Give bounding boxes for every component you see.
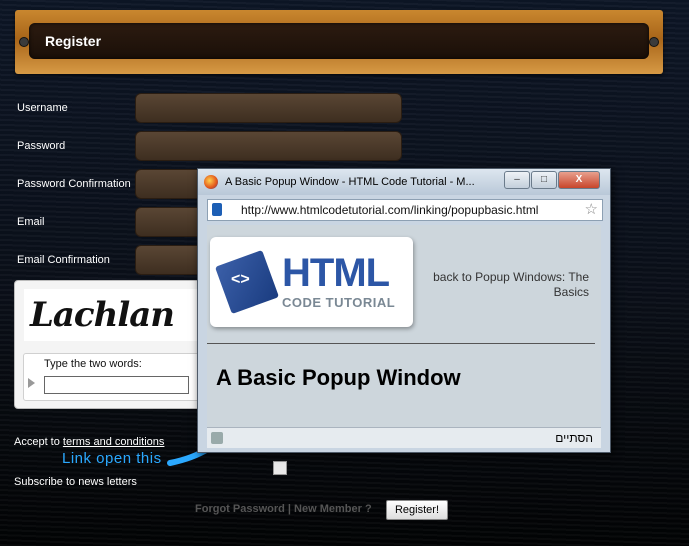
url-text: http://www.htmlcodetutorial.com/linking/… [241, 203, 539, 217]
popup-content: <> HTML CODE TUTORIAL back to Popup Wind… [207, 225, 601, 429]
nail-icon [649, 37, 659, 47]
divider [207, 343, 595, 344]
footer-links[interactable]: Forgot Password | New Member ? [195, 503, 372, 515]
nail-icon [19, 37, 29, 47]
logo-sub-text: CODE TUTORIAL [282, 295, 396, 310]
status-text: הסתיים [555, 431, 593, 445]
info-icon[interactable] [212, 203, 222, 216]
minimize-button[interactable]: – [504, 171, 530, 189]
accept-terms: Accept to terms and conditions [14, 436, 164, 448]
email-label: Email [17, 216, 45, 228]
accept-prefix: Accept to [14, 436, 63, 448]
code-icon: <> [214, 249, 280, 315]
captcha-prompt: Type the two words: [44, 358, 142, 370]
popup-title: A Basic Popup Window - HTML Code Tutoria… [225, 176, 475, 188]
firefox-icon [204, 175, 218, 189]
register-button[interactable]: Register! [386, 500, 448, 520]
popup-titlebar[interactable]: A Basic Popup Window - HTML Code Tutoria… [198, 169, 610, 195]
username-label: Username [17, 102, 68, 114]
logo-main-text: HTML [282, 251, 390, 295]
maximize-button[interactable]: □ [531, 171, 557, 189]
address-bar[interactable]: http://www.htmlcodetutorial.com/linking/… [207, 199, 603, 221]
captcha-widget: Lachlan Type the two words: [14, 280, 220, 409]
status-icon [211, 432, 223, 444]
arrow-icon [28, 378, 35, 388]
status-bar: הסתיים [207, 427, 601, 448]
password-confirmation-label: Password Confirmation [17, 178, 131, 190]
password-label: Password [17, 140, 66, 152]
terms-link[interactable]: terms and conditions [63, 436, 165, 448]
captcha-input[interactable] [44, 376, 189, 394]
header-board: Register [15, 10, 663, 74]
subscribe-label: Subscribe to news letters [14, 476, 137, 488]
username-input[interactable] [135, 93, 402, 123]
captcha-input-box: Type the two words: [23, 353, 203, 401]
email-confirmation-label: Email Confirmation [17, 254, 110, 266]
logo-badge: <> [230, 271, 250, 289]
popup-window[interactable]: A Basic Popup Window - HTML Code Tutoria… [197, 168, 611, 453]
page-title: Register [45, 33, 102, 49]
annotation-text: Link open this [62, 450, 162, 467]
header-panel: Register [29, 23, 649, 59]
captcha-image: Lachlan [24, 289, 220, 341]
site-logo[interactable]: <> HTML CODE TUTORIAL [210, 237, 413, 327]
back-link[interactable]: back to Popup Windows: The Basics [419, 270, 589, 300]
popup-heading: A Basic Popup Window [216, 365, 461, 390]
subscribe-checkbox[interactable] [273, 461, 287, 475]
close-button[interactable]: X [558, 171, 600, 189]
star-icon[interactable]: ☆ [585, 200, 598, 218]
password-input[interactable] [135, 131, 402, 161]
